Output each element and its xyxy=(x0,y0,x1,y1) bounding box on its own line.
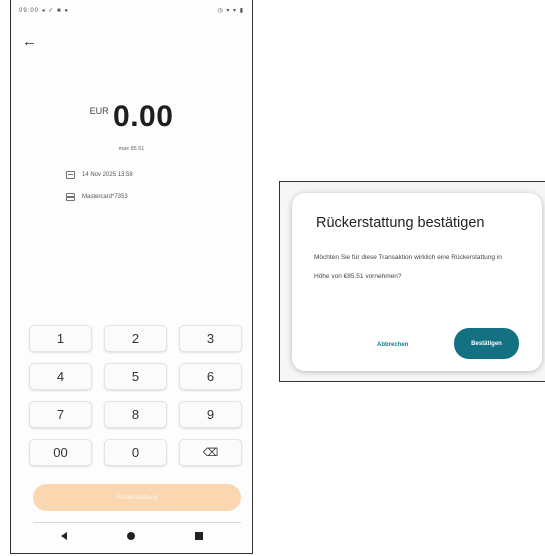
key-00[interactable]: 00 xyxy=(29,439,92,466)
confirm-button[interactable]: Bestätigen xyxy=(454,328,519,359)
cancel-button[interactable]: Abbrechen xyxy=(377,342,408,348)
nav-home-icon[interactable] xyxy=(127,532,135,540)
dialog-screenshot: Rückerstattung bestätigen Möchten Sie fü… xyxy=(279,181,545,382)
card-number: Mastercard*7353 xyxy=(82,194,128,200)
date-row: 14 Nov 2025 13:58 xyxy=(66,171,133,179)
key-backspace[interactable]: ⌫ xyxy=(179,439,242,466)
system-nav-bar xyxy=(11,530,252,548)
nav-back-icon[interactable] xyxy=(61,532,67,540)
key-9[interactable]: 9 xyxy=(179,401,242,428)
nav-recents-icon[interactable] xyxy=(195,532,203,540)
max-amount: max 85.51 xyxy=(118,146,145,152)
key-6[interactable]: 6 xyxy=(179,363,242,390)
dialog-message: Möchten Sie für diese Transaktion wirkli… xyxy=(314,254,502,280)
back-button[interactable]: ← xyxy=(22,34,37,49)
divider xyxy=(33,522,241,523)
transaction-date: 14 Nov 2025 13:58 xyxy=(82,172,133,178)
status-bar-right: ◷ ▾ ▾ ▮ xyxy=(217,8,244,14)
arrow-left-icon: ← xyxy=(22,33,37,50)
key-0[interactable]: 0 xyxy=(104,439,167,466)
key-1[interactable]: 1 xyxy=(29,325,92,352)
amount-display: EUR 0.00 xyxy=(11,100,252,134)
status-bar-left: 09:00 ◂ ✓ ■ ● xyxy=(19,8,69,14)
backspace-icon: ⌫ xyxy=(202,447,219,459)
phone-screen: 09:00 ◂ ✓ ■ ● ◷ ▾ ▾ ▮ ← EUR 0.00 max 85.… xyxy=(10,0,253,554)
key-3[interactable]: 3 xyxy=(179,325,242,352)
key-5[interactable]: 5 xyxy=(104,363,167,390)
confirm-refund-dialog: Rückerstattung bestätigen Möchten Sie fü… xyxy=(292,193,542,371)
key-8[interactable]: 8 xyxy=(104,401,167,428)
amount-value: 0.00 xyxy=(113,100,174,133)
key-2[interactable]: 2 xyxy=(104,325,167,352)
refund-button[interactable]: Rückerstattung xyxy=(33,484,241,511)
key-7[interactable]: 7 xyxy=(29,401,92,428)
currency-label: EUR xyxy=(89,106,109,116)
card-row: Mastercard*7353 xyxy=(66,193,128,201)
key-4[interactable]: 4 xyxy=(29,363,92,390)
calendar-icon xyxy=(66,171,75,179)
credit-card-icon xyxy=(66,193,75,201)
dialog-title: Rückerstattung bestätigen xyxy=(316,215,485,231)
status-bar: 09:00 ◂ ✓ ■ ● ◷ ▾ ▾ ▮ xyxy=(11,0,252,20)
